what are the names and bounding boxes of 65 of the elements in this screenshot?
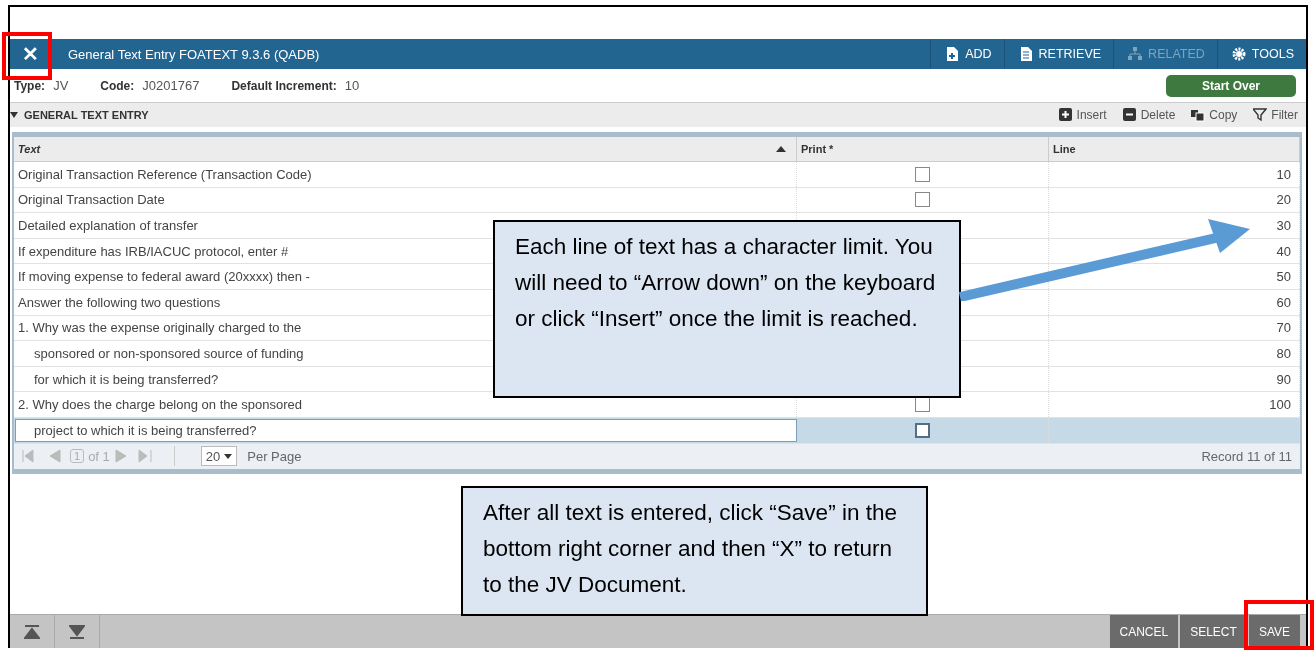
section-title: GENERAL TEXT ENTRY xyxy=(10,109,149,121)
footer-button[interactable]: SAVE xyxy=(1246,615,1300,648)
start-over-button[interactable]: Start Over xyxy=(1166,74,1296,97)
document-icon xyxy=(1018,47,1033,61)
print-checkbox[interactable] xyxy=(915,192,930,208)
section-action[interactable]: Delete xyxy=(1114,103,1184,127)
pager-arrows-icon xyxy=(22,449,62,464)
per-page-select[interactable]: 20 xyxy=(200,446,238,467)
line-number: 90 xyxy=(1276,371,1291,387)
collapse-icon xyxy=(10,112,18,118)
table-row[interactable]: Original Transaction Date 20 xyxy=(14,187,1300,214)
copy-icon xyxy=(1191,108,1206,122)
column-header[interactable]: Print * xyxy=(797,137,1049,161)
line-number: 40 xyxy=(1276,243,1291,259)
filter-icon xyxy=(1253,108,1268,122)
minus-icon xyxy=(1122,108,1137,122)
last-icon xyxy=(69,624,85,639)
line-number: 70 xyxy=(1276,320,1291,336)
section-action[interactable]: Insert xyxy=(1050,103,1115,127)
field-label: Code: xyxy=(100,78,135,93)
callout-tooltip: Each line of text has a character limit. You will need to “Arrow down” on the keyboard or click “Insert” once the limit is reached. xyxy=(493,220,961,398)
toolbar-button[interactable]: TOOLS xyxy=(1216,39,1306,69)
add-file-icon xyxy=(945,47,960,61)
highlight-frame xyxy=(1244,600,1314,650)
field-value: 10 xyxy=(344,78,360,93)
column-header[interactable]: Line xyxy=(1049,137,1300,161)
line-number: 30 xyxy=(1276,218,1291,233)
line-number: 10 xyxy=(1276,166,1291,182)
text-input[interactable]: project to which it is being transferred? xyxy=(15,418,797,442)
table-cell: Original Transaction Reference (Transaction Code) xyxy=(14,162,797,187)
line-number: 80 xyxy=(1276,345,1291,361)
line-number: 60 xyxy=(1276,294,1291,310)
window-title: General Text Entry FOATEXT 9.3.6 (QADB) xyxy=(68,46,321,62)
section-action[interactable]: Copy xyxy=(1183,103,1246,127)
toolbar-button[interactable]: ADD xyxy=(930,39,1004,69)
table-row[interactable]: project to which it is being transferred? xyxy=(14,417,1300,444)
per-page-label: Per Page xyxy=(247,448,302,464)
table-cell: Original Transaction Date xyxy=(14,187,797,213)
toolbar-button[interactable]: RETRIEVE xyxy=(1003,39,1114,69)
footer-button[interactable]: CANCEL xyxy=(1107,615,1179,648)
record-count: Record 11 of 11 xyxy=(1201,448,1292,464)
plus-icon xyxy=(1058,108,1073,122)
field-value: JV xyxy=(53,78,69,93)
field-value: J0201767 xyxy=(142,78,200,93)
line-number: 20 xyxy=(1276,192,1291,208)
print-checkbox[interactable] xyxy=(915,166,930,182)
table-row[interactable]: Original Transaction Reference (Transaction Code) 10 xyxy=(14,162,1300,188)
column-header[interactable]: Text xyxy=(14,137,797,161)
line-number: 100 xyxy=(1269,397,1291,413)
hierarchy-icon xyxy=(1128,47,1143,61)
settings-icon xyxy=(1231,47,1246,61)
footer-button[interactable]: SELECT xyxy=(1178,615,1247,648)
print-checkbox[interactable] xyxy=(915,422,930,438)
field-label: Type: xyxy=(14,78,46,93)
first-icon xyxy=(24,624,40,639)
page-count: of 1 xyxy=(88,448,110,464)
field-label: Default Increment: xyxy=(231,78,337,93)
table-row[interactable]: 2. Why does the charge belong on the sponsored 100 xyxy=(14,392,1300,418)
highlight-frame xyxy=(2,32,52,80)
callout-tooltip: After all text is entered, click “Save” in the bottom right corner and then “X” to return to the JV Document. xyxy=(461,486,928,616)
pager-arrows-icon xyxy=(113,449,154,464)
section-action[interactable]: Filter xyxy=(1245,103,1306,127)
close-button[interactable]: ✕ xyxy=(10,39,50,69)
caret-icon xyxy=(224,453,233,459)
line-number: 50 xyxy=(1276,269,1291,285)
